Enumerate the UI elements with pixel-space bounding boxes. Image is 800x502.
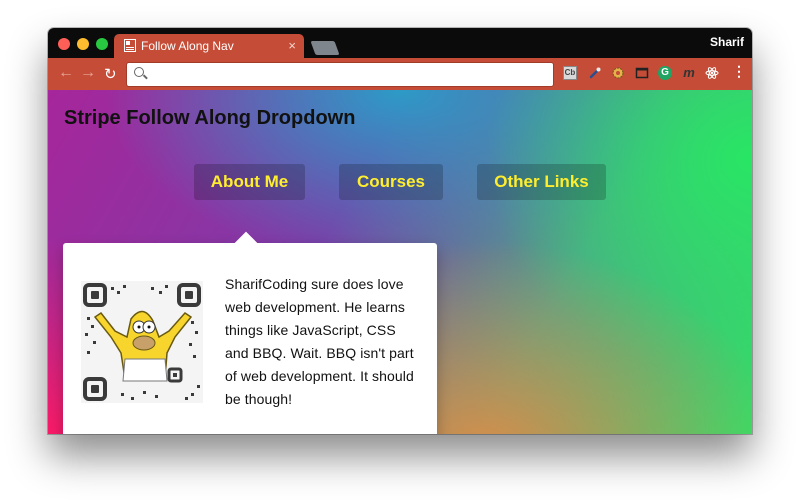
react-devtools-icon[interactable]	[705, 66, 719, 80]
minimize-window-button[interactable]	[77, 38, 89, 50]
reload-icon[interactable]: ↻	[104, 65, 117, 83]
close-window-button[interactable]	[58, 38, 70, 50]
tab-title: Follow Along Nav	[141, 39, 234, 53]
nav-item-other-links[interactable]: Other Links	[477, 164, 606, 200]
extension-cb-icon[interactable]: Cb	[563, 66, 577, 80]
new-tab-button[interactable]	[310, 41, 340, 55]
grammarly-extension-icon[interactable]: G	[658, 66, 672, 80]
window-extension-icon[interactable]	[635, 66, 649, 80]
gear-extension-icon[interactable]	[611, 66, 625, 80]
m-extension-icon[interactable]: m	[682, 66, 696, 80]
title-bar: Follow Along Nav × Sharif	[48, 28, 752, 58]
browser-menu-icon[interactable]: ⋮	[732, 64, 746, 80]
browser-window: Follow Along Nav × Sharif ← → ↻ Cb G m ⋮…	[48, 28, 752, 434]
tab-close-icon[interactable]: ×	[288, 38, 296, 53]
about-me-bio: SharifCoding sure does love web developm…	[225, 276, 414, 407]
qr-code-avatar-image	[81, 281, 203, 403]
search-icon	[134, 67, 144, 77]
eyedropper-extension-icon[interactable]	[588, 66, 602, 80]
address-input[interactable]	[151, 65, 545, 85]
page-title: Stripe Follow Along Dropdown	[64, 107, 356, 129]
dropdown-panel: SharifCoding sure does love web developm…	[63, 231, 437, 434]
dropdown-arrow	[234, 231, 258, 255]
address-bar[interactable]	[126, 62, 554, 87]
browser-toolbar: ← → ↻ Cb G m ⋮	[48, 58, 752, 90]
nav-item-courses[interactable]: Courses	[339, 164, 443, 200]
forward-arrow-icon[interactable]: →	[80, 64, 96, 82]
active-tab[interactable]: Follow Along Nav ×	[114, 34, 304, 58]
back-arrow-icon[interactable]: ←	[58, 64, 74, 82]
zoom-window-button[interactable]	[96, 38, 108, 50]
nav-item-about-me[interactable]: About Me	[194, 164, 305, 200]
page-favicon-icon	[124, 39, 136, 52]
page-viewport: Stripe Follow Along Dropdown About Me Co…	[48, 90, 752, 434]
window-controls	[58, 38, 108, 50]
profile-name[interactable]: Sharif	[710, 35, 744, 49]
